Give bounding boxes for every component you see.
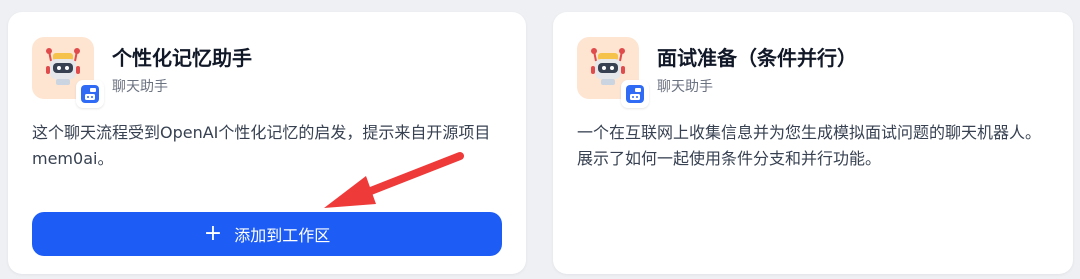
robot-icon (46, 48, 80, 85)
app-template-card[interactable]: 面试准备（条件并行） 聊天助手 一个在互联网上收集信息并为您生成模拟面试问题的聊… (553, 12, 1073, 274)
card-description: 一个在互联网上收集信息并为您生成模拟面试问题的聊天机器人。展示了如何一起使用条件… (577, 123, 1042, 168)
chat-bot-badge-icon (621, 80, 649, 108)
card-type-label: 聊天助手 (657, 79, 713, 95)
robot-icon (591, 48, 625, 85)
card-type-label: 聊天助手 (112, 79, 168, 95)
card-description: 这个聊天流程受到OpenAI个性化记忆的启发，提示来自开源项目mem0ai。 (32, 123, 491, 168)
card-title: 面试准备（条件并行） (657, 46, 857, 70)
card-title: 个性化记忆助手 (112, 46, 252, 70)
add-to-workspace-label: 添加到工作区 (234, 226, 331, 245)
chat-bot-badge-icon (76, 80, 104, 108)
add-to-workspace-button[interactable]: + 添加到工作区 (32, 212, 502, 256)
app-template-card[interactable]: 个性化记忆助手 聊天助手 这个聊天流程受到OpenAI个性化记忆的启发，提示来自… (8, 12, 526, 274)
plus-icon: + (203, 221, 223, 246)
